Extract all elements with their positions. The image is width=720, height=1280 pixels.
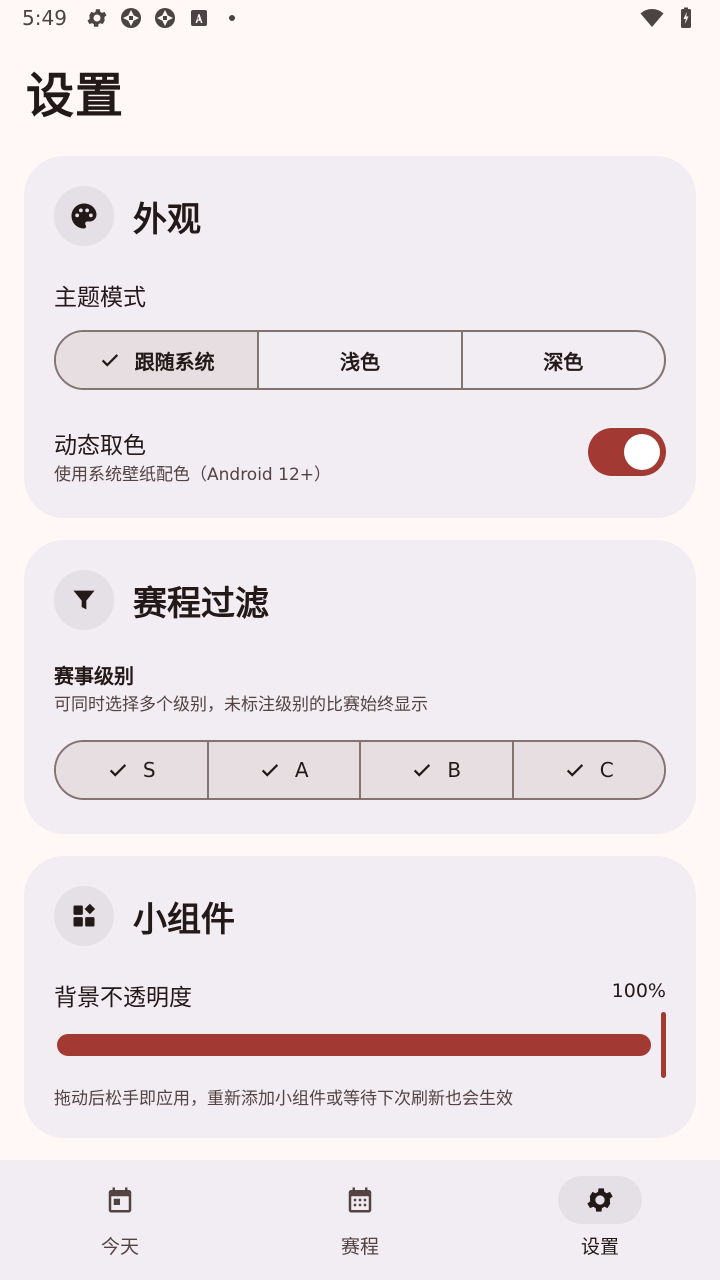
appearance-title: 外观 [133,199,201,240]
filter-header: 赛程过滤 [54,570,269,630]
theme-option-dark[interactable]: 深色 [463,332,664,388]
nav-item-schedule[interactable]: 赛程 [240,1160,480,1280]
level-option-c[interactable]: C [513,742,664,798]
calendar-month-icon [348,1187,372,1213]
level-option-label: A [294,758,309,782]
theme-mode-label: 主题模式 [54,285,146,311]
status-bar: 5:49 [0,0,720,36]
nav-pill [558,1176,642,1224]
nav-pill [318,1176,402,1224]
opacity-slider-handle[interactable] [661,1012,666,1078]
status-right-icons [640,6,698,30]
battery-charging-icon [681,7,691,28]
nav-label: 赛程 [340,1236,379,1258]
bottom-navigation: 今天 赛程 设置 [0,1160,720,1280]
widget-title: 小组件 [133,899,235,940]
nav-label: 今天 [100,1236,139,1258]
theme-option-system[interactable]: 跟随系统 [56,332,260,388]
dot-icon [228,15,235,21]
theme-option-label: 深色 [543,349,584,374]
card-icon-wrap [54,570,114,630]
check-icon [566,764,583,777]
nav-item-today[interactable]: 今天 [0,1160,240,1280]
dynamic-color-toggle[interactable] [588,428,666,476]
opacity-slider-track[interactable] [57,1034,651,1056]
level-option-label: B [447,758,462,782]
opacity-value: 100% [611,980,666,1002]
filter-icon [73,590,95,610]
opacity-label: 背景不透明度 [54,985,192,1011]
status-time: 5:49 [22,6,67,30]
level-segmented: S A B C [54,740,666,800]
gear-icon [87,9,107,27]
theme-mode-segmented: 跟随系统 浅色 深色 [54,330,666,390]
theme-option-label: 跟随系统 [134,349,215,374]
level-option-label: C [599,758,614,782]
dynamic-color-label: 动态取色 [54,433,146,459]
level-option-b[interactable]: B [361,742,514,798]
level-label: 赛事级别 [54,664,134,688]
filter-card: 赛程过滤 赛事级别 可同时选择多个级别，未标注级别的比赛始终显示 S A B C [24,540,696,834]
aperture-icon [120,8,141,28]
level-desc: 可同时选择多个级别，未标注级别的比赛始终显示 [54,695,428,715]
card-icon-wrap [54,186,114,246]
text-a-icon [190,10,207,26]
theme-option-label: 浅色 [339,349,380,374]
aperture-icon [154,8,175,28]
wifi-icon [640,9,664,27]
page-title: 设置 [26,68,125,124]
appearance-card: 外观 主题模式 跟随系统 浅色 深色 动态取色 使用系统壁纸配色（Android… [24,156,696,518]
check-icon [101,354,118,367]
calendar-today-icon [108,1187,132,1213]
level-option-a[interactable]: A [208,742,361,798]
check-icon [414,764,431,777]
widget-card: 小组件 背景不透明度 100% 拖动后松手即应用，重新添加小组件或等待下次刷新也… [24,856,696,1138]
nav-pill [78,1176,162,1224]
filter-title: 赛程过滤 [133,583,269,624]
level-option-label: S [142,758,156,782]
check-icon [109,764,127,777]
widgets-icon [73,903,96,927]
gear-icon [587,1188,613,1212]
palette-icon [71,203,97,229]
toggle-knob [624,434,660,470]
widget-hint: 拖动后松手即应用，重新添加小组件或等待下次刷新也会生效 [54,1089,513,1109]
check-icon [261,764,279,777]
appearance-header: 外观 [54,186,201,246]
nav-item-settings[interactable]: 设置 [480,1160,720,1280]
card-icon-wrap [54,886,114,946]
dynamic-color-desc: 使用系统壁纸配色（Android 12+） [54,465,332,485]
nav-label: 设置 [580,1236,619,1258]
widget-header: 小组件 [54,886,235,946]
status-left-icons [85,6,235,30]
theme-option-light[interactable]: 浅色 [259,332,463,388]
level-option-s[interactable]: S [56,742,209,798]
